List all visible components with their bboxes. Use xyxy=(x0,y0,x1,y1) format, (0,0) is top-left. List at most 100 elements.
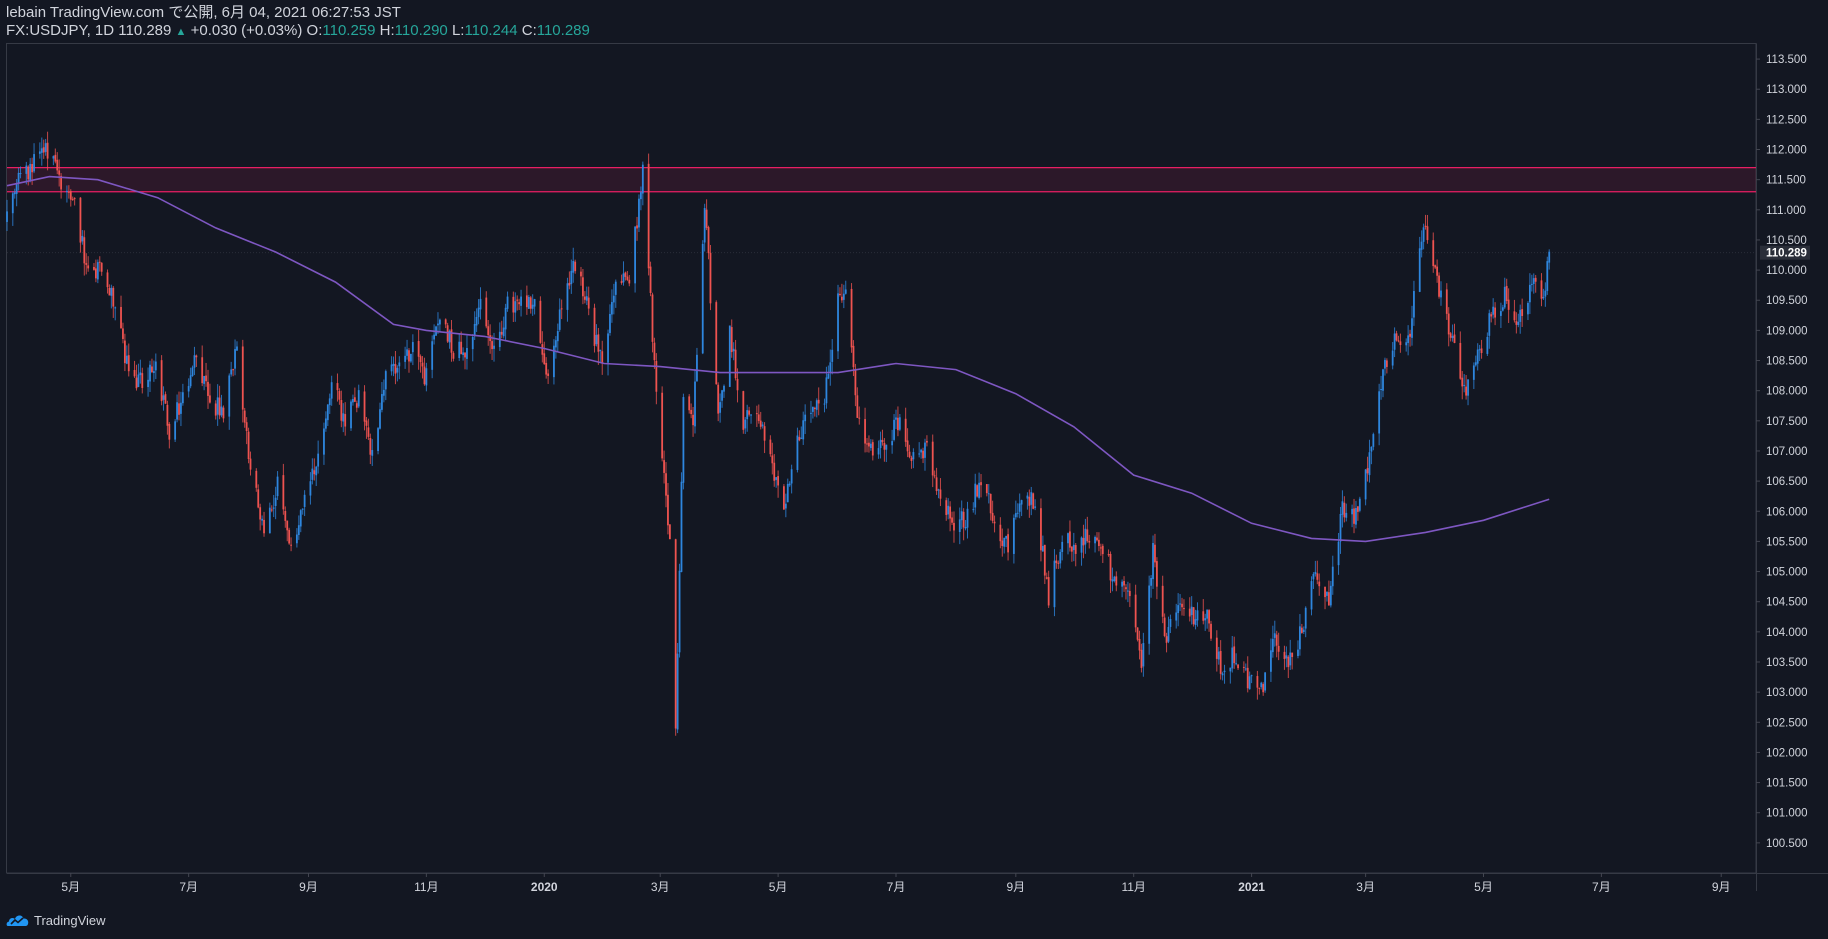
candle-body xyxy=(993,521,996,524)
candle-body xyxy=(1372,434,1375,447)
candle-body xyxy=(114,307,117,309)
candle-body xyxy=(1351,508,1353,515)
candle-body xyxy=(871,442,874,456)
candle-body xyxy=(1447,313,1450,335)
candle-body xyxy=(330,382,333,399)
candle-body xyxy=(877,448,880,455)
candle-body xyxy=(1297,649,1299,656)
time-tick-label: 5月 xyxy=(61,880,80,894)
candle-body xyxy=(381,394,383,410)
candle-body xyxy=(1237,664,1239,669)
candle-body xyxy=(1005,535,1008,539)
candle-body xyxy=(1043,544,1046,576)
candle-body xyxy=(1127,590,1129,592)
candle-body xyxy=(236,346,238,351)
candle-body xyxy=(1515,321,1518,325)
candle-body xyxy=(85,263,88,265)
candle-body xyxy=(46,142,49,159)
candle-body xyxy=(42,147,45,153)
candle-body xyxy=(634,226,636,284)
candle-body xyxy=(350,401,352,429)
tradingview-logo-icon xyxy=(6,915,29,926)
candle-body xyxy=(44,143,47,152)
candle-body xyxy=(1242,666,1245,668)
candle-body xyxy=(696,354,698,382)
candle-body xyxy=(93,266,95,270)
candle-body xyxy=(850,288,853,348)
candle-body xyxy=(1183,608,1185,610)
candle-body xyxy=(365,420,368,426)
candle-body xyxy=(985,484,988,494)
candle-body xyxy=(1014,513,1017,518)
candle-body xyxy=(1231,647,1234,669)
candle-body xyxy=(1440,290,1442,298)
candle-body xyxy=(1289,652,1292,666)
candle-body xyxy=(539,300,542,343)
candle-body xyxy=(1283,651,1286,659)
candle-body xyxy=(1273,633,1276,638)
candle-body xyxy=(558,309,561,330)
candle-body xyxy=(1167,626,1170,642)
candle-body xyxy=(1474,362,1477,366)
candle-body xyxy=(1088,540,1091,543)
candle-body xyxy=(1018,503,1021,512)
price-tick-label: 111.000 xyxy=(1766,205,1806,217)
candle-body xyxy=(543,353,546,364)
candle-body xyxy=(1202,611,1205,621)
candle-body xyxy=(1513,311,1516,321)
candle-body xyxy=(1521,309,1524,316)
candle-body xyxy=(1324,586,1326,598)
candle-body xyxy=(1540,280,1543,299)
candle-body xyxy=(964,526,967,529)
candle-body xyxy=(1161,585,1164,617)
candle-body xyxy=(545,362,548,375)
candle-body xyxy=(247,431,250,459)
candle-body xyxy=(255,470,258,488)
candle-body xyxy=(910,457,913,461)
candle-body xyxy=(311,468,314,480)
candle-body xyxy=(723,385,725,392)
candle-body xyxy=(276,476,279,497)
candle-body xyxy=(1413,290,1415,318)
candle-body xyxy=(926,440,928,443)
candle-body xyxy=(1397,340,1400,342)
time-tick-label: 11月 xyxy=(414,880,438,894)
candle-body xyxy=(1445,289,1448,314)
candle-body xyxy=(1072,544,1075,551)
candle-body xyxy=(912,452,915,460)
candle-body xyxy=(162,395,165,400)
time-tick-label: 3月 xyxy=(651,880,670,894)
price-chart[interactable]: 113.500 113.000 112.500 112.000 111.500 111.0… xyxy=(0,0,1828,939)
candle-body xyxy=(757,414,760,421)
candle-body xyxy=(263,519,265,534)
candle-body xyxy=(176,402,178,420)
candle-body xyxy=(1070,546,1073,552)
candle-body xyxy=(1329,585,1332,606)
price-tick-label: 105.000 xyxy=(1766,567,1808,579)
candle-body xyxy=(1302,629,1305,633)
candle-body xyxy=(232,369,235,371)
candle-body xyxy=(1304,607,1307,629)
candle-body xyxy=(626,276,629,280)
candle-body xyxy=(719,402,722,413)
price-axis[interactable]: 113.500 113.000 112.500 112.000 111.500 111.0… xyxy=(1756,54,1810,850)
candle-body xyxy=(682,397,685,483)
candle-body xyxy=(773,462,776,481)
candle-body xyxy=(421,362,424,367)
candle-body xyxy=(906,440,909,452)
candle-body xyxy=(721,390,723,401)
candle-body xyxy=(1041,545,1044,552)
candle-body xyxy=(1528,284,1531,303)
candle-body xyxy=(139,372,142,376)
candle-body xyxy=(920,449,923,453)
candle-body xyxy=(1364,469,1367,500)
candle-body xyxy=(924,442,926,458)
candle-body xyxy=(1527,302,1529,315)
candle-body xyxy=(137,374,140,387)
candle-body xyxy=(38,151,41,154)
time-axis[interactable]: 5月 7月 9月 11月 2020 3月 5月 7月 9月 11月 2021 3月 5月 7月 9月 xyxy=(61,873,1731,894)
candle-body xyxy=(566,283,569,310)
candle-body xyxy=(852,345,855,368)
candle-body xyxy=(493,345,495,349)
candle-body xyxy=(1032,493,1035,509)
